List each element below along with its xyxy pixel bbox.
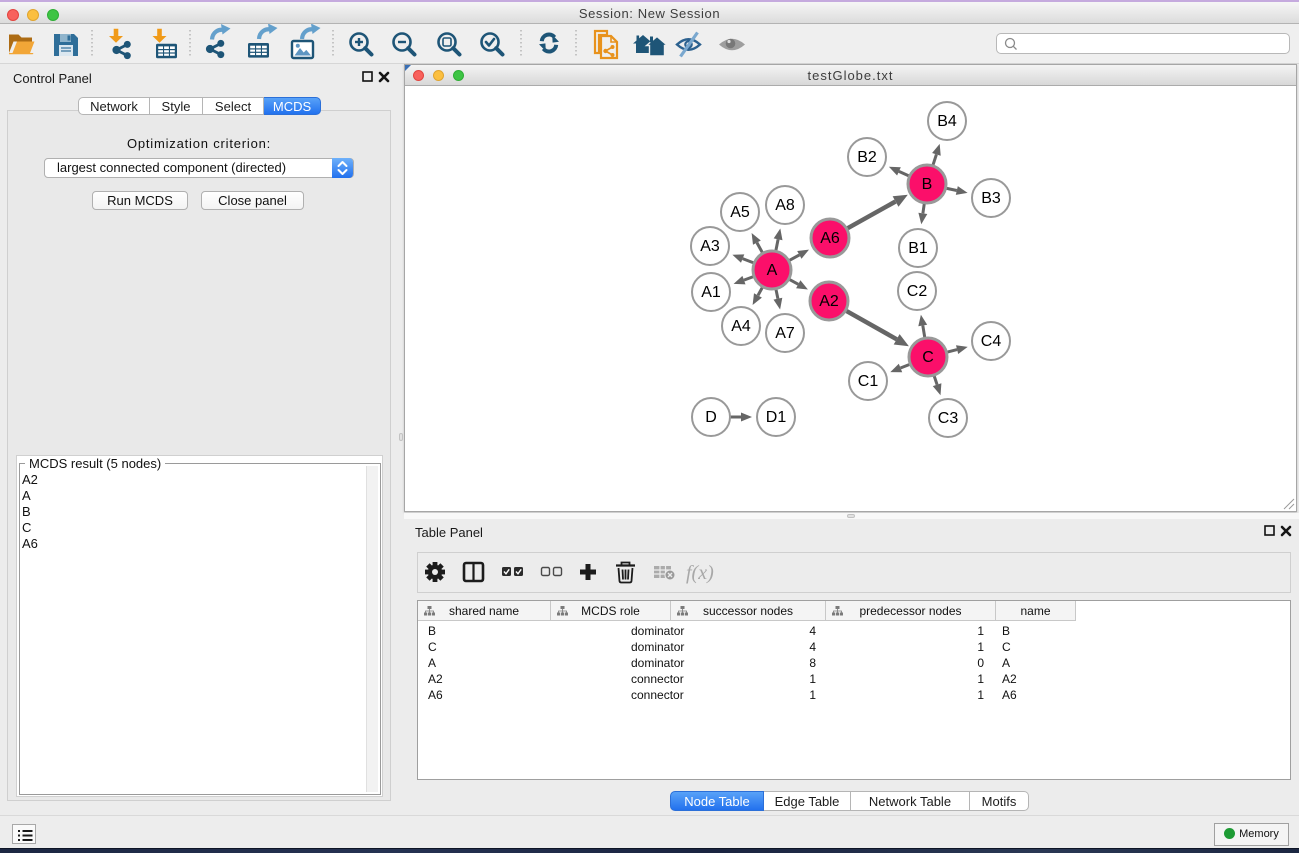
svg-text:A4: A4: [731, 318, 751, 335]
svg-text:D1: D1: [766, 409, 787, 426]
svg-text:A7: A7: [775, 325, 795, 342]
svg-text:B2: B2: [857, 149, 877, 166]
svg-text:B1: B1: [908, 240, 928, 257]
svg-text:A1: A1: [701, 284, 721, 301]
svg-text:D: D: [705, 409, 717, 426]
svg-text:C: C: [922, 349, 934, 366]
svg-text:A5: A5: [730, 204, 750, 221]
svg-text:B3: B3: [981, 190, 1001, 207]
svg-text:A2: A2: [819, 293, 839, 310]
svg-text:B: B: [922, 176, 933, 193]
svg-text:C2: C2: [907, 283, 928, 300]
svg-text:A6: A6: [820, 230, 840, 247]
svg-text:C1: C1: [858, 373, 879, 390]
svg-text:B4: B4: [937, 113, 957, 130]
svg-text:C3: C3: [938, 410, 959, 427]
svg-text:A3: A3: [700, 238, 720, 255]
svg-text:C4: C4: [981, 333, 1002, 350]
svg-text:f(x): f(x): [686, 562, 714, 584]
svg-text:A8: A8: [775, 197, 795, 214]
svg-text:A: A: [767, 262, 778, 279]
